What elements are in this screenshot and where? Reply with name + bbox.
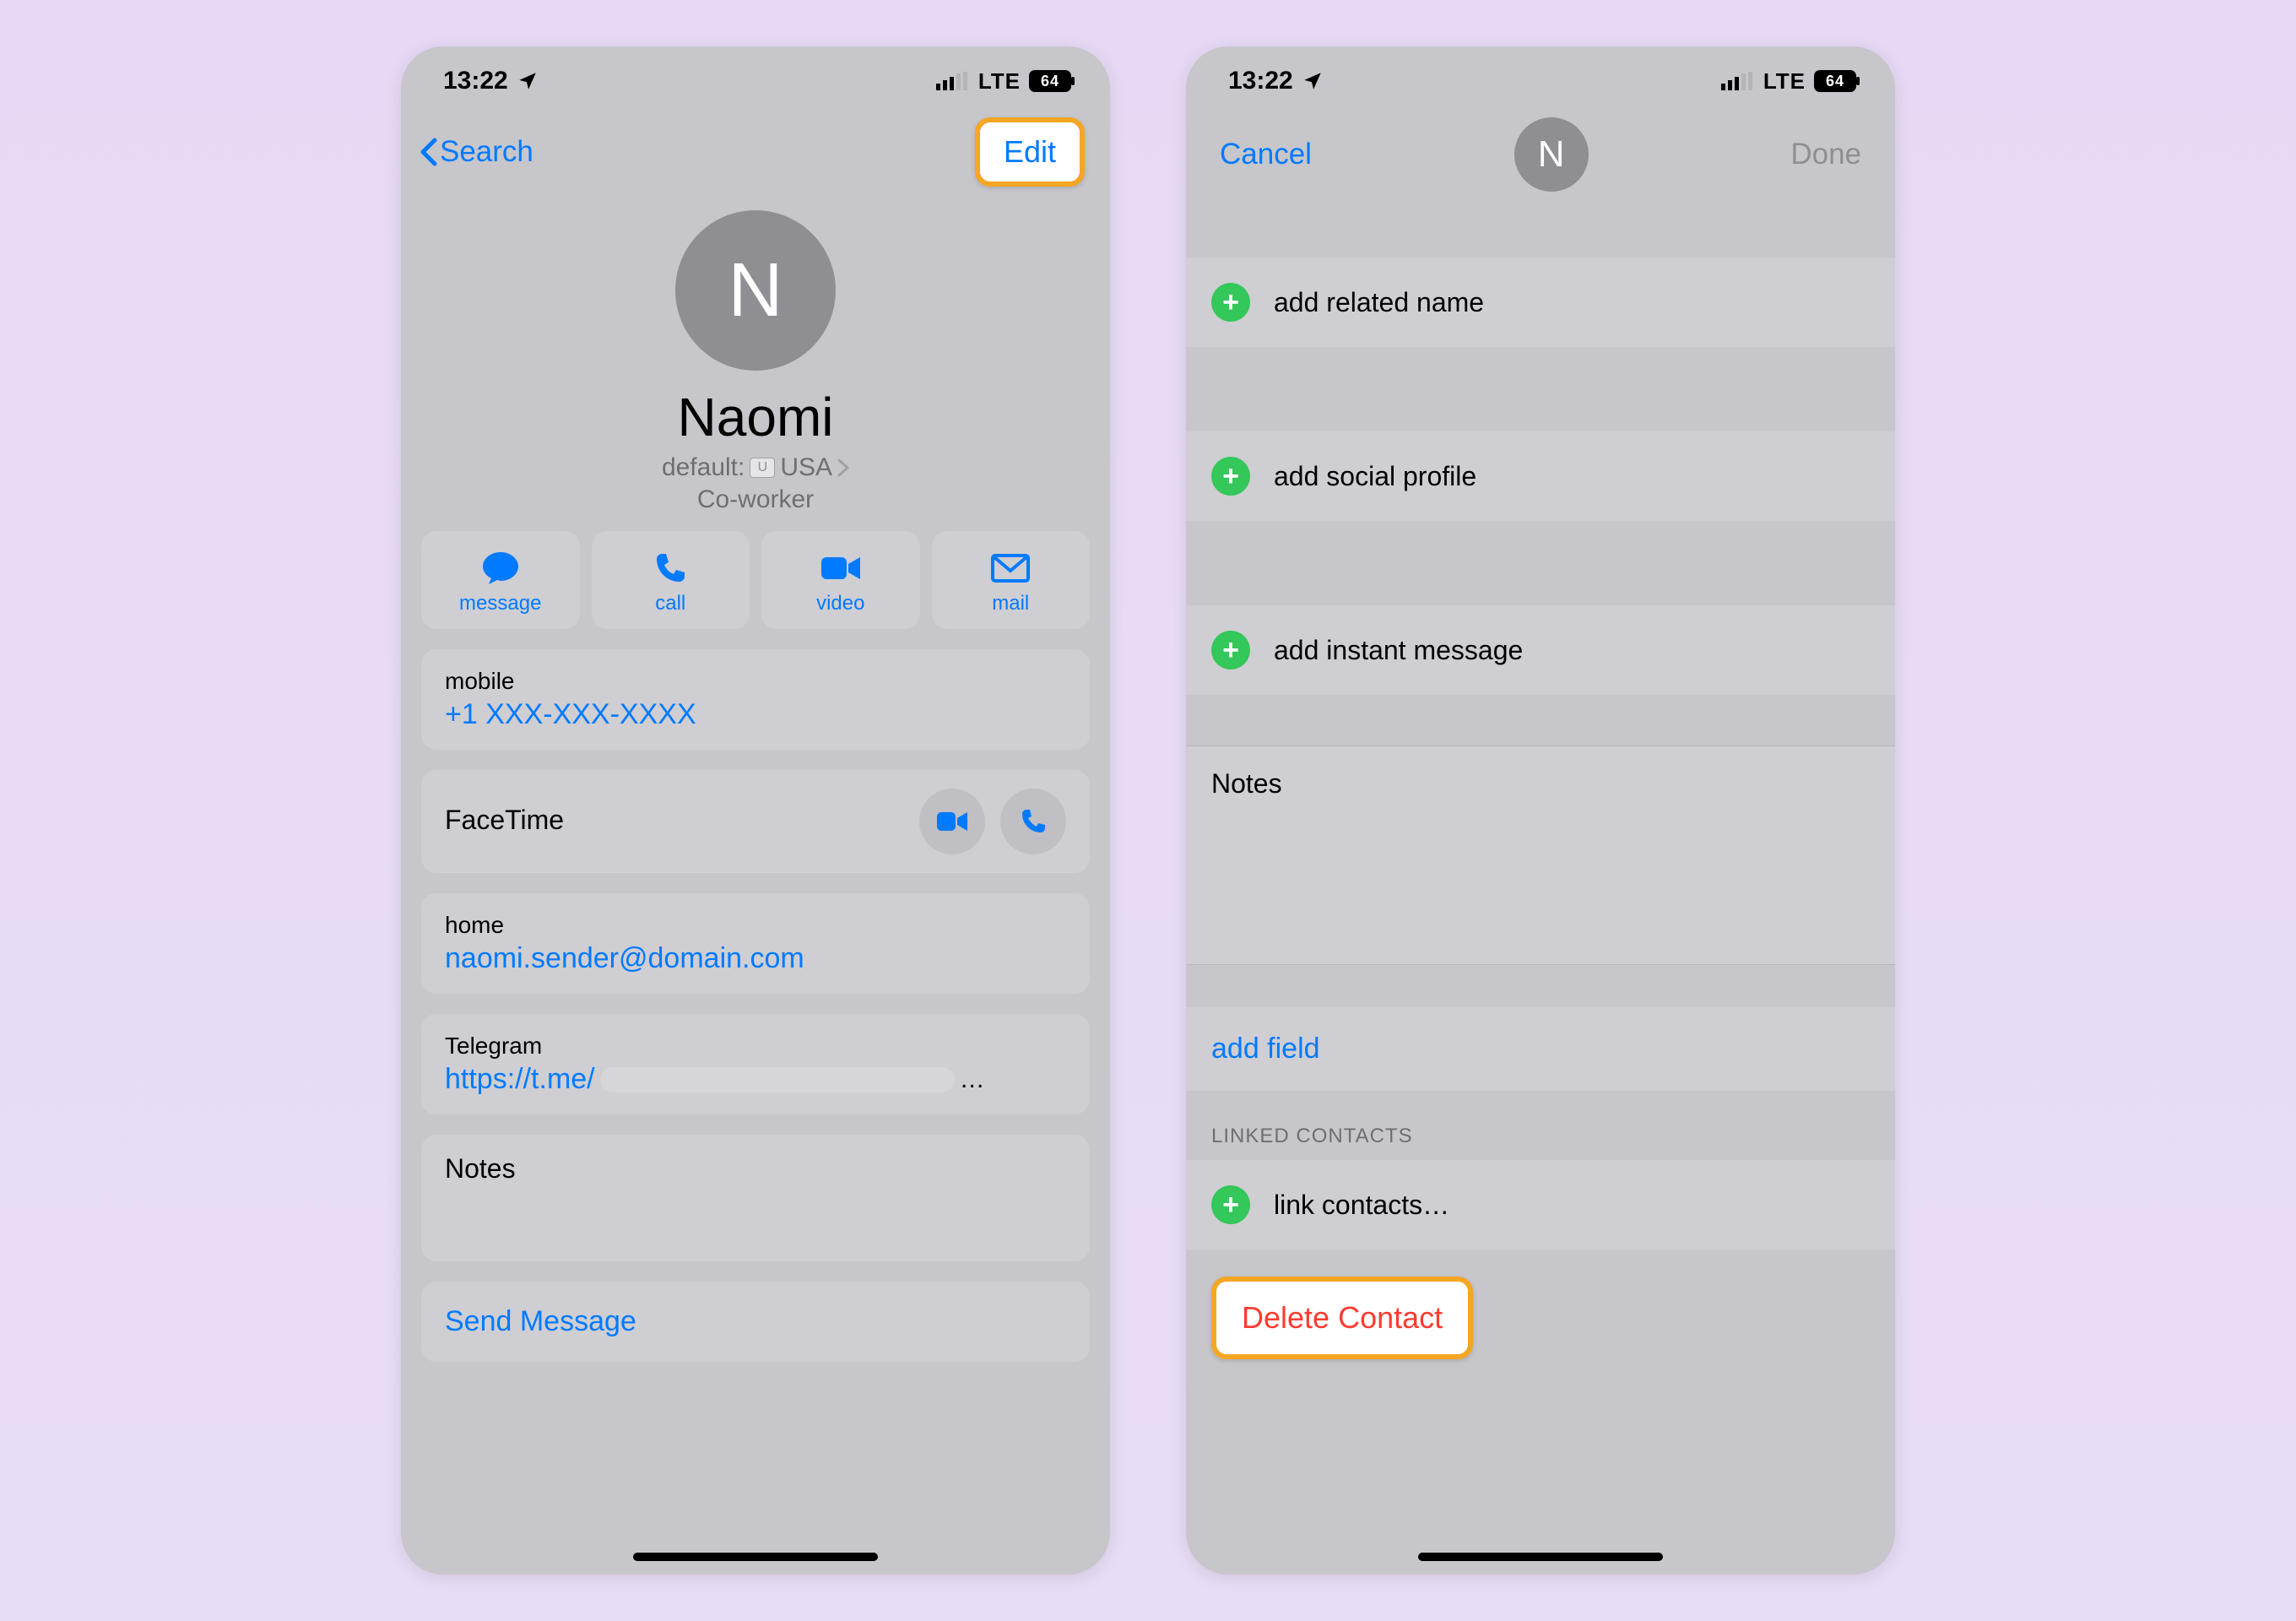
telegram-card[interactable]: Telegram https://t.me/ … — [421, 1014, 1090, 1114]
action-row: message call video mail — [401, 531, 1110, 629]
nav-bar-edit: Cancel N Done — [1186, 102, 1895, 207]
plus-icon: + — [1211, 283, 1250, 322]
video-icon — [820, 550, 862, 587]
add-social-profile-row[interactable]: + add social profile — [1186, 431, 1895, 521]
home-indicator[interactable] — [633, 1553, 878, 1561]
message-icon — [481, 550, 520, 587]
signal-icon — [1721, 72, 1755, 90]
avatar[interactable]: N — [675, 210, 836, 371]
email-card[interactable]: home naomi.sender@domain.com — [421, 893, 1090, 994]
facetime-label: FaceTime — [445, 805, 564, 836]
email-label: home — [445, 912, 1066, 939]
phone-value: +1 XXX-XXX-XXXX — [445, 698, 1066, 731]
contact-name: Naomi — [401, 386, 1110, 448]
nav-bar: Search Edit — [401, 102, 1110, 202]
chevron-left-icon — [418, 137, 438, 167]
phone-contact-view: 13:22 LTE 64 Search Edit N Naomi — [401, 46, 1110, 1575]
home-indicator[interactable] — [1418, 1553, 1663, 1561]
notes-field[interactable]: Notes — [1186, 745, 1895, 965]
battery-icon: 64 — [1814, 70, 1861, 92]
svg-text:64: 64 — [1041, 73, 1059, 89]
email-value: naomi.sender@domain.com — [445, 942, 1066, 975]
message-button[interactable]: message — [421, 531, 580, 629]
status-bar: 13:22 LTE 64 — [401, 46, 1110, 102]
facetime-card: FaceTime — [421, 770, 1090, 873]
edit-list: + add related name + add social profile … — [1186, 258, 1895, 1359]
add-instant-message-row[interactable]: + add instant message — [1186, 605, 1895, 695]
notes-card[interactable]: Notes — [421, 1135, 1090, 1261]
status-time: 13:22 — [443, 67, 508, 95]
location-arrow-icon — [1302, 70, 1324, 92]
status-time: 13:22 — [1228, 67, 1293, 95]
telegram-label: Telegram — [445, 1033, 1066, 1060]
redacted-text — [600, 1067, 955, 1092]
back-label: Search — [440, 135, 533, 169]
add-related-name-row[interactable]: + add related name — [1186, 258, 1895, 347]
contact-default-line: default: U USA — [401, 453, 1110, 482]
chevron-right-icon — [837, 458, 849, 477]
link-contacts-row[interactable]: + link contacts… — [1186, 1160, 1895, 1250]
done-button[interactable]: Done — [1790, 138, 1861, 171]
linked-contacts-header: LINKED CONTACTS — [1186, 1091, 1895, 1160]
plus-icon: + — [1211, 631, 1250, 670]
plus-icon: + — [1211, 457, 1250, 496]
mail-icon — [991, 550, 1030, 587]
phone-card[interactable]: mobile +1 XXX-XXX-XXXX — [421, 649, 1090, 750]
notes-label: Notes — [445, 1153, 1066, 1185]
ellipsis: … — [960, 1065, 985, 1094]
video-button[interactable]: video — [761, 531, 920, 629]
call-button[interactable]: call — [592, 531, 750, 629]
cancel-button[interactable]: Cancel — [1220, 138, 1312, 171]
location-arrow-icon — [517, 70, 539, 92]
telegram-value: https://t.me/ — [445, 1063, 595, 1096]
phone-icon — [653, 550, 687, 587]
send-message-card[interactable]: Send Message — [421, 1282, 1090, 1362]
country-badge-icon: U — [750, 458, 775, 478]
facetime-audio-button[interactable] — [1000, 789, 1066, 854]
plus-icon: + — [1211, 1185, 1250, 1224]
phone-contact-edit: 13:22 LTE 64 Cancel N Done + add rel — [1186, 46, 1895, 1575]
phone-label: mobile — [445, 668, 1066, 695]
delete-contact-button[interactable]: Delete Contact — [1211, 1277, 1473, 1359]
status-bar: 13:22 LTE 64 — [1186, 46, 1895, 102]
svg-text:64: 64 — [1826, 73, 1844, 89]
facetime-video-button[interactable] — [919, 789, 985, 854]
avatar[interactable]: N — [1514, 117, 1589, 192]
battery-icon: 64 — [1029, 70, 1076, 92]
add-field-row[interactable]: add field — [1186, 1007, 1895, 1091]
network-label: LTE — [1763, 68, 1806, 95]
back-button[interactable]: Search — [418, 135, 533, 169]
network-label: LTE — [978, 68, 1021, 95]
edit-button[interactable]: Edit — [975, 117, 1085, 187]
send-message-label: Send Message — [445, 1305, 1066, 1338]
contact-role: Co-worker — [401, 485, 1110, 514]
signal-icon — [936, 72, 970, 90]
mail-button[interactable]: mail — [932, 531, 1091, 629]
